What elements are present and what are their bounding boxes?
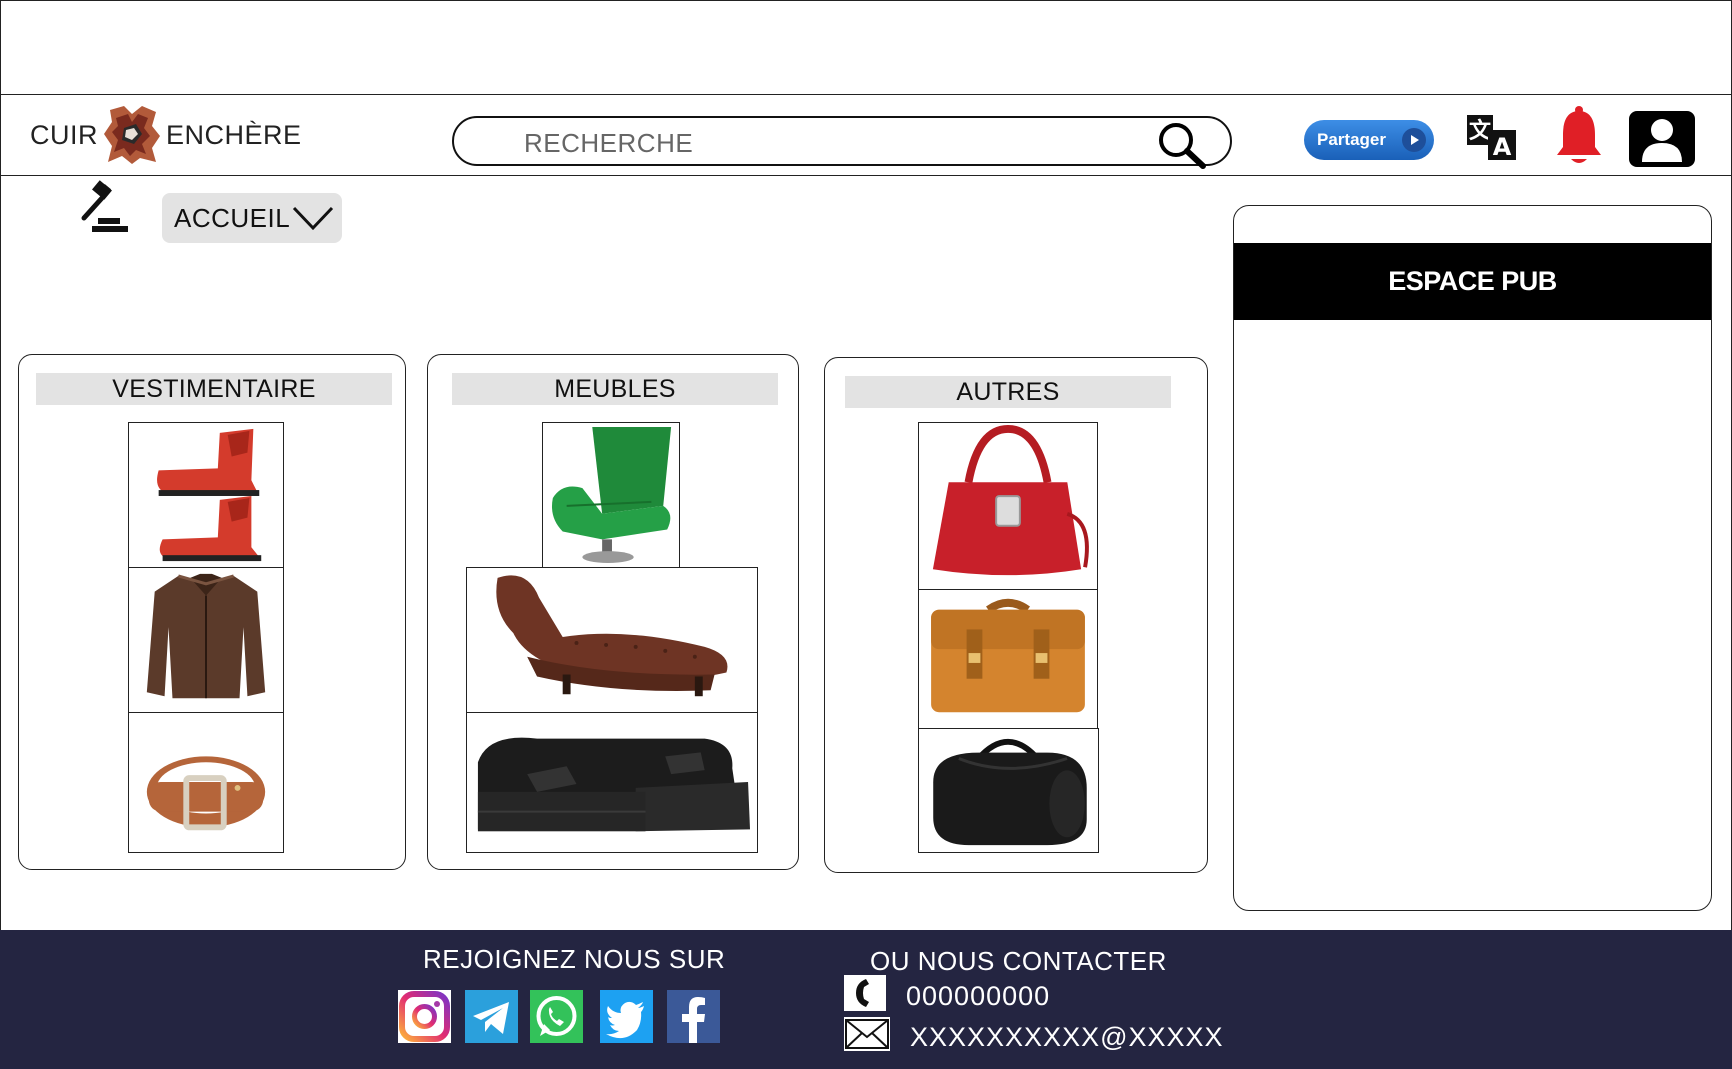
user-account-icon[interactable] (1628, 110, 1696, 168)
auction-hammer-icon (80, 180, 132, 234)
mail-icon (844, 1017, 890, 1058)
share-button[interactable]: Partager (1304, 120, 1434, 160)
ad-space-title: ESPACE PUB (1234, 243, 1711, 320)
product-brown-briefcase[interactable] (918, 589, 1098, 729)
svg-text:A: A (1493, 133, 1512, 161)
search-placeholder: RECHERCHE (524, 128, 694, 158)
email-address: XXXXXXXXXX@XXXXX (910, 1022, 1224, 1052)
search-bar[interactable]: RECHERCHE (452, 116, 1232, 169)
logo-word-right: ENCHÈRE (166, 119, 302, 150)
join-us-title: REJOIGNEZ NOUS SUR (423, 944, 726, 974)
product-leather-belt[interactable] (128, 712, 284, 853)
leather-chaise-longue-image (496, 575, 728, 697)
category-title: MEUBLES (452, 373, 778, 405)
phone-icon (844, 975, 886, 1018)
product-black-duffel-bag[interactable] (918, 728, 1099, 853)
phone-contact[interactable]: 000000000 (844, 975, 1050, 1018)
telegram-icon[interactable] (465, 990, 518, 1043)
search-icon[interactable] (1156, 121, 1208, 169)
product-leather-jacket[interactable] (128, 567, 284, 713)
leather-belt-image (146, 756, 266, 831)
twitter-icon[interactable] (600, 990, 653, 1043)
email-contact[interactable]: XXXXXXXXXX@XXXXX (844, 1017, 1224, 1058)
red-boots-image (157, 428, 262, 562)
product-green-armchair[interactable] (542, 422, 680, 568)
home-dropdown[interactable]: ACCUEIL (162, 193, 342, 243)
product-black-corner-sofa[interactable] (466, 712, 758, 853)
play-icon (1402, 128, 1426, 152)
leather-hide-logo-icon (102, 104, 162, 166)
ad-space[interactable]: ESPACE PUB (1233, 205, 1712, 911)
share-label: Partager (1317, 130, 1386, 149)
red-handbag-image (932, 424, 1089, 576)
whatsapp-icon[interactable] (530, 990, 583, 1043)
black-corner-sofa-image (477, 737, 751, 832)
notification-bell-icon[interactable] (1553, 105, 1605, 167)
category-title: AUTRES (845, 376, 1171, 408)
black-duffel-bag-image (933, 739, 1087, 846)
logo-word-left: CUIR (30, 119, 98, 150)
facebook-icon[interactable] (667, 990, 720, 1043)
translate-icon[interactable]: 文 A (1466, 114, 1518, 162)
brown-briefcase-image (931, 598, 1085, 713)
instagram-icon[interactable] (398, 990, 451, 1043)
top-banner (0, 0, 1732, 95)
product-red-handbag[interactable] (918, 422, 1098, 590)
home-label: ACCUEIL (174, 202, 291, 233)
phone-number: 000000000 (906, 981, 1051, 1011)
site-logo[interactable]: CUIR ENCHÈRE (30, 103, 302, 167)
green-armchair-image (551, 427, 672, 563)
category-title: VESTIMENTAIRE (36, 373, 392, 405)
contact-title: OU NOUS CONTACTER (870, 946, 1167, 976)
product-leather-chaise-longue[interactable] (466, 567, 758, 713)
chevron-down-icon (293, 206, 334, 231)
leather-jacket-image (146, 573, 266, 699)
product-red-boots[interactable] (128, 422, 284, 568)
